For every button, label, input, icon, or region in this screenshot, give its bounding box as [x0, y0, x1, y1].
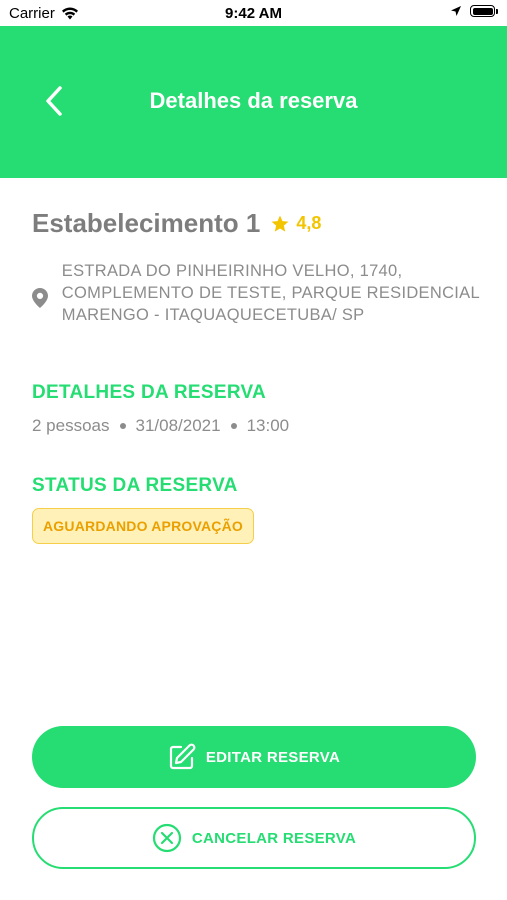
- page-title: Detalhes da reserva: [149, 88, 358, 113]
- details-section-title: DETALHES DA RESERVA: [32, 382, 267, 403]
- establishment-name: Estabelecimento 1: [32, 208, 261, 238]
- reservation-people: 2 pessoas: [32, 416, 110, 435]
- status-right: [450, 5, 498, 17]
- battery-icon: [470, 5, 498, 17]
- star-icon: [271, 215, 289, 232]
- status-badge: AGUARDANDO APROVAÇÃO: [32, 508, 254, 544]
- rating: 4,8: [270, 213, 321, 234]
- header-bar: Detalhes da reserva: [0, 26, 507, 178]
- close-circle-icon: [152, 823, 181, 853]
- rating-value: 4,8: [296, 213, 322, 233]
- edit-reservation-button[interactable]: EDITAR RESERVA: [32, 726, 476, 788]
- separator-dot: [119, 423, 126, 429]
- status-section-title: STATUS DA RESERVA: [32, 475, 238, 496]
- cancel-reservation-label: CANCELAR RESERVA: [191, 829, 357, 847]
- location-arrow-icon: [451, 6, 461, 16]
- reservation-details-line: 2 pessoas 31/08/2021 13:00: [32, 416, 289, 436]
- map-pin-icon: [32, 260, 50, 326]
- clock: 9:42 AM: [225, 5, 282, 22]
- edit-reservation-label: EDITAR RESERVA: [205, 748, 341, 766]
- address-row: ESTRADA DO PINHEIRINHO VELHO, 1740, COMP…: [32, 260, 487, 326]
- cancel-reservation-button[interactable]: CANCELAR RESERVA: [32, 807, 476, 869]
- establishment-address: ESTRADA DO PINHEIRINHO VELHO, 1740, COMP…: [61, 262, 480, 324]
- separator-dot: [230, 423, 237, 429]
- reservation-time: 13:00: [246, 416, 290, 435]
- establishment-row: Estabelecimento 1 4,8: [32, 208, 321, 239]
- reservation-date: 31/08/2021: [135, 416, 221, 435]
- edit-icon: [169, 743, 196, 770]
- status-bar: Carrier 9:42 AM: [0, 0, 507, 26]
